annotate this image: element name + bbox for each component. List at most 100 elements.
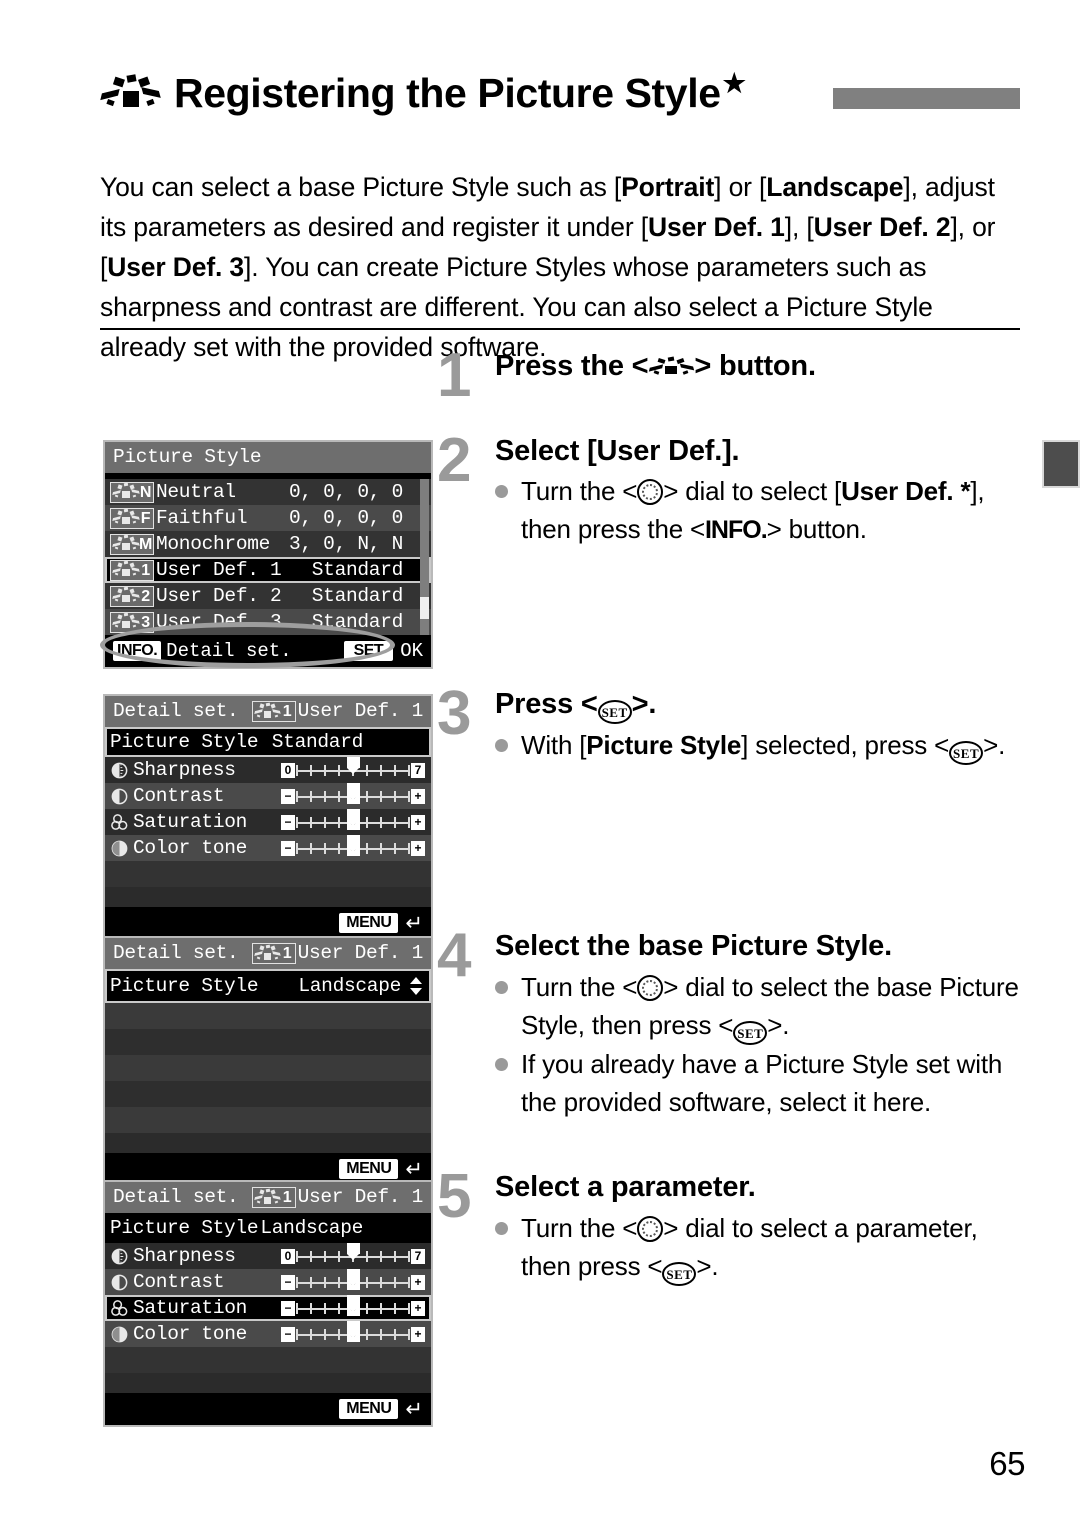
picture-style-badge-icon: N <box>110 481 154 503</box>
bullet-item: Turn the < > dial to select [User Def. *]… <box>495 472 1025 549</box>
slider-tick <box>366 791 368 802</box>
parameter-row[interactable]: Contrast−+0 <box>105 783 431 809</box>
lcd-scrollbar[interactable] <box>420 479 429 635</box>
slider-tick <box>296 791 298 802</box>
picture-style-icon <box>100 73 162 113</box>
slider-tick <box>366 765 368 776</box>
lcd-empty-row <box>105 1003 431 1029</box>
slider-pointer[interactable] <box>346 1243 360 1260</box>
bullet-item: Turn the < > dial to select the base Pict… <box>495 968 1030 1045</box>
slider-tick <box>296 1303 298 1314</box>
lcd-title-text: Detail set. <box>113 1186 239 1208</box>
parameter-row[interactable]: Color tone−+0 <box>105 1321 431 1347</box>
slider-min-cap: − <box>281 1275 295 1290</box>
picture-style-list-row[interactable]: 1 User Def. 1 Standard <box>105 557 431 583</box>
picture-style-value: Landscape <box>298 975 401 997</box>
slider-tick <box>338 1303 340 1314</box>
up-down-spinner-icon[interactable] <box>407 975 425 997</box>
parameter-row[interactable]: Saturation−+0 <box>105 809 431 835</box>
parameter-slider[interactable]: −+0 <box>281 1269 425 1293</box>
slider-pointer[interactable] <box>346 783 360 800</box>
slider-tick <box>380 1329 382 1340</box>
parameter-row[interactable]: Color tone−+0 <box>105 835 431 861</box>
slider-pointer[interactable] <box>346 809 360 826</box>
slider-pointer[interactable] <box>346 1269 360 1286</box>
slider-min-cap: 0 <box>281 763 295 778</box>
parameter-slider[interactable]: −+0 <box>281 1321 425 1345</box>
parameter-slider[interactable]: −+0 <box>281 835 425 859</box>
horizontal-divider <box>100 328 1020 330</box>
slider-min-cap: − <box>281 789 295 804</box>
scrollbar-thumb[interactable] <box>420 597 429 619</box>
picture-style-row-label: Neutral <box>156 481 236 503</box>
return-icon: ↵ <box>405 1397 423 1421</box>
slider-max-cap: + <box>411 841 425 856</box>
slider-tick <box>408 1303 410 1314</box>
slider-tick <box>380 1277 382 1288</box>
lcd-title-text: Detail set. <box>113 700 239 722</box>
lcd-title-value: User Def. 1 <box>297 942 424 964</box>
slider-pointer[interactable] <box>346 757 360 774</box>
picture-style-list-row[interactable]: 3 User Def. 3 Standard <box>105 609 431 635</box>
parameter-slider[interactable]: 07 <box>281 1243 425 1267</box>
slider-tick <box>408 791 410 802</box>
picture-style-setting-row[interactable]: Picture Style Landscape <box>105 1213 431 1243</box>
lcd-title-bar: Detail set. 1 User Def. 1 <box>105 696 431 727</box>
slider-pointer[interactable] <box>346 1295 360 1312</box>
slider-tick <box>324 843 326 854</box>
picture-style-list-row[interactable]: M Monochrome 3, 0, N, N <box>105 531 431 557</box>
intro-text: ] or [ <box>714 171 767 202</box>
slider-pointer[interactable] <box>346 835 360 852</box>
slider-tick <box>338 765 340 776</box>
parameter-slider[interactable]: −+0 <box>281 783 425 807</box>
step-3-number: 3 <box>437 679 472 748</box>
step-5-heading: Select a parameter. <box>495 1171 756 1203</box>
slider-pointer[interactable] <box>346 1321 360 1338</box>
slider-tick <box>338 791 340 802</box>
parameter-row[interactable]: Sharpness 0 7 <box>105 1243 431 1269</box>
slider-tick <box>408 843 410 854</box>
set-key-badge[interactable]: SET <box>343 641 394 661</box>
slider-tick <box>324 1251 326 1262</box>
parameter-slider[interactable]: −+0 <box>281 809 425 833</box>
picture-style-label: Picture Style <box>110 731 259 753</box>
bullet-dot-icon <box>495 1058 508 1071</box>
menu-key-badge[interactable]: MENU <box>339 1159 399 1179</box>
picture-style-row-label: User Def. 2 <box>156 585 282 607</box>
parameter-row[interactable]: Sharpness 0 7 <box>105 757 431 783</box>
picture-style-value: Standard <box>271 731 364 753</box>
picture-style-row-label: User Def. 1 <box>156 559 282 581</box>
picture-style-list-row[interactable]: N Neutral 0, 0, 0, 0 <box>105 479 431 505</box>
lcd-title-value: User Def. 1 <box>297 700 424 722</box>
parameter-row[interactable]: Saturation−+0 <box>105 1295 431 1321</box>
parameter-slider[interactable]: −+0 <box>281 1295 425 1319</box>
slider-tick <box>324 1329 326 1340</box>
lcd-title-text: Picture Style <box>113 446 262 468</box>
picture-style-list-row[interactable]: F Faithful 0, 0, 0, 0 <box>105 505 431 531</box>
slider-tick <box>408 1277 410 1288</box>
picture-style-row-list: N Neutral 0, 0, 0, 0 F Faithful 0, 0, 0, 0 M Mo… <box>105 479 431 635</box>
step-4-heading: Select the base Picture Style. <box>495 930 892 962</box>
slider-tick <box>296 817 298 828</box>
footer-right-label: OK <box>400 640 423 662</box>
contrast-icon <box>110 1273 130 1291</box>
parameter-name: Sharpness <box>133 1245 236 1267</box>
slider-max-cap: + <box>411 815 425 830</box>
picture-style-setting-row[interactable]: Picture Style Landscape <box>105 969 431 1003</box>
picture-style-list-row[interactable]: 2 User Def. 2 Standard <box>105 583 431 609</box>
parameter-row-list: Sharpness 07Contrast−+0Saturation−+0Color… <box>105 1243 431 1347</box>
parameter-row-list: Sharpness07Contrast−+0Saturation−+0Color… <box>105 757 431 861</box>
info-key-badge[interactable]: INFO. <box>113 641 162 661</box>
sharpness-icon <box>110 761 130 779</box>
slider-tick <box>408 817 410 828</box>
picture-style-badge-icon: 3 <box>110 611 154 633</box>
parameter-slider[interactable]: 07 <box>281 757 425 781</box>
menu-key-badge[interactable]: MENU <box>339 1399 399 1419</box>
intro-bold-term: User Def. 2 <box>813 211 951 242</box>
picture-style-row-label: Monochrome <box>156 533 271 555</box>
picture-style-setting-row[interactable]: Picture Style Standard <box>105 727 431 757</box>
menu-key-badge[interactable]: MENU <box>339 913 399 933</box>
parameter-row[interactable]: Contrast−+0 <box>105 1269 431 1295</box>
bullet-text: Turn the < > dial to select a parameter, … <box>521 1209 1015 1286</box>
set-button-icon: SET <box>949 741 984 765</box>
